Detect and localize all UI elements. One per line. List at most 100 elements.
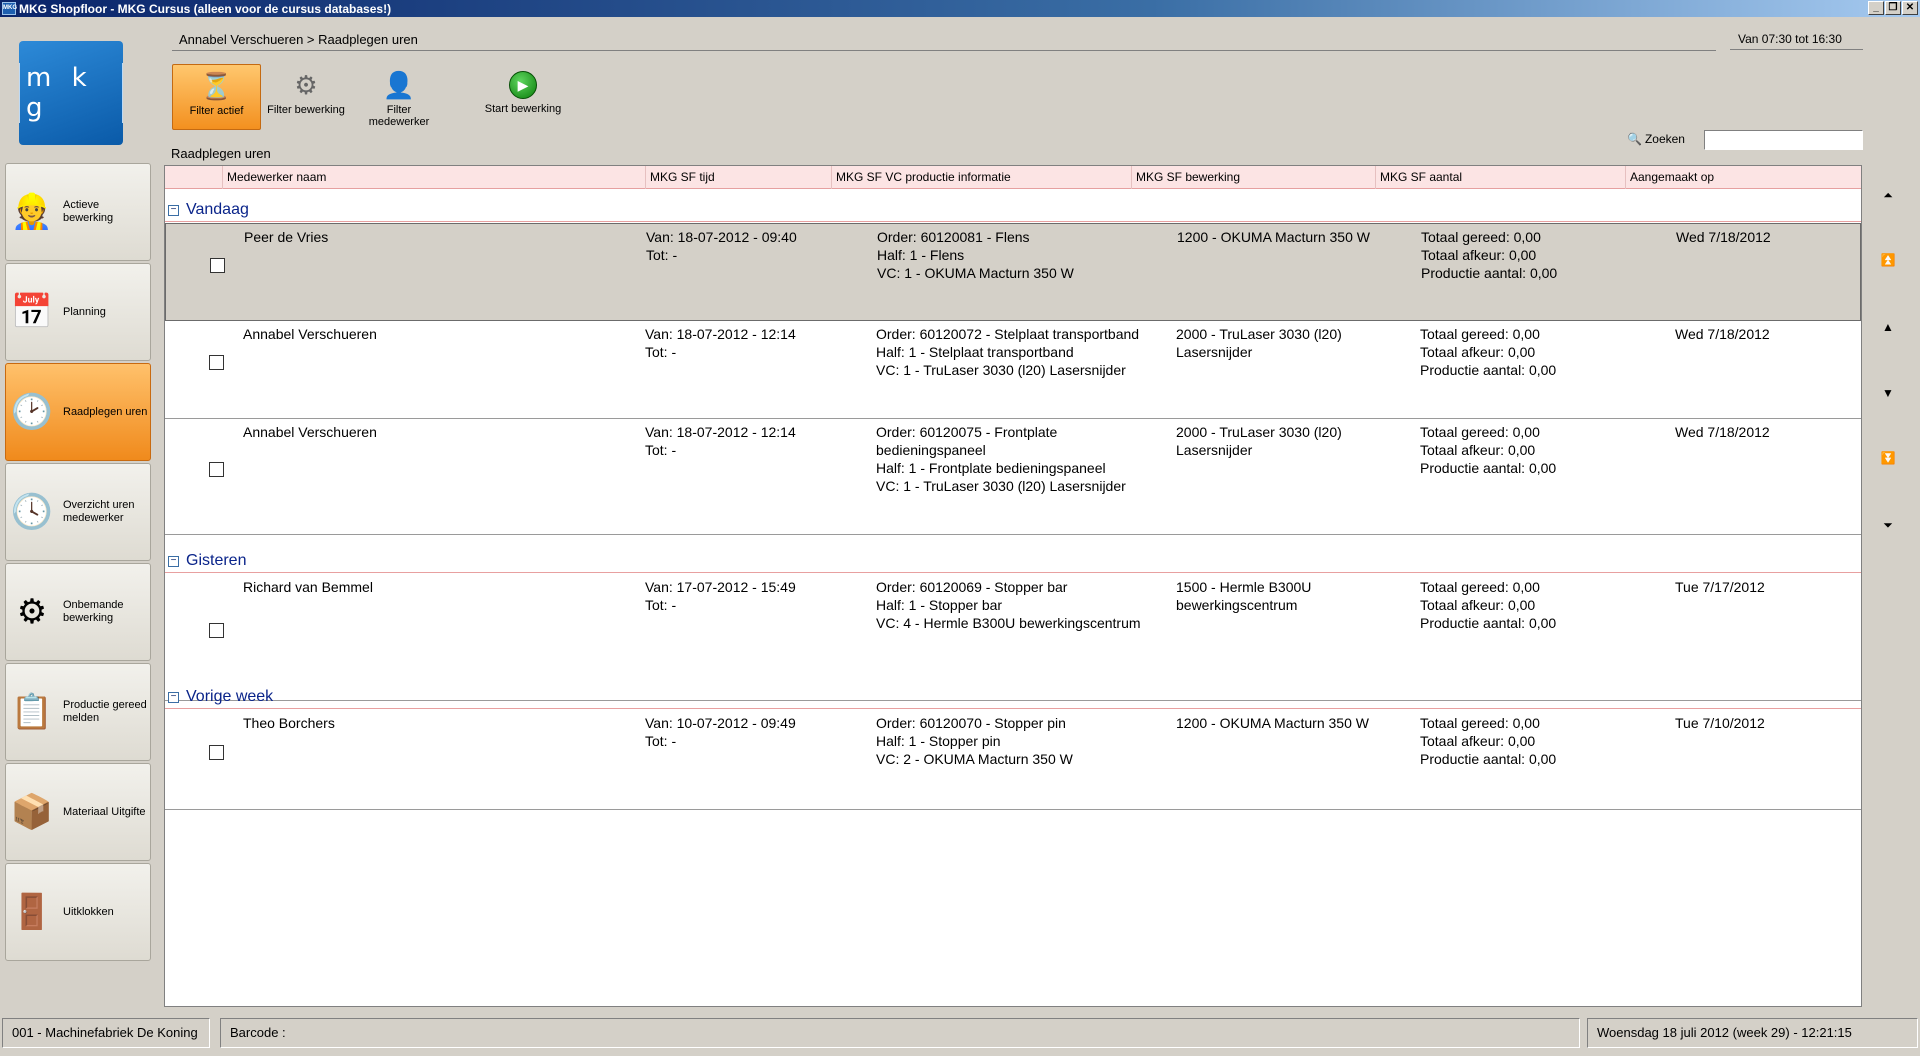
start-operation-button[interactable]: ▶ Start bewerking [481,64,565,130]
created-date: Tue 7/10/2012 [1675,715,1765,731]
time-cell: Van: 17-07-2012 - 15:49 Tot: - [645,579,796,613]
scroll-page-up-icon[interactable]: ⏫ [1880,254,1896,266]
mkg-logo: m k g [19,41,123,145]
collapse-icon[interactable]: − [168,205,179,216]
company-status: 001 - Machinefabriek De Koning [2,1018,210,1048]
sidebar-item-1[interactable]: 📅 Planning [5,263,151,361]
table-row[interactable]: Theo Borchers Van: 10-07-2012 - 09:49 Tot… [165,710,1861,810]
group-header[interactable]: − Vandaag [165,198,1861,222]
sidebar-item-3[interactable]: 🕓 Overzicht uren medewerker [5,463,151,561]
row-checkbox[interactable] [210,258,225,273]
scroll-down-icon[interactable]: ▼ [1880,387,1896,399]
minimize-icon[interactable]: _ [1868,1,1884,15]
employee-name: Annabel Verschueren [243,424,377,440]
column-header[interactable]: Aangemaakt op [1625,166,1861,189]
material-issue-icon: 📦 [10,793,54,831]
column-header[interactable]: Medewerker naam [222,166,645,189]
scroll-up-icon[interactable]: ▲ [1880,321,1896,333]
funnel-user-icon: 👤 [382,70,416,100]
sidebar-item-label: Planning [63,305,106,318]
scroll-bottom-icon[interactable]: ⏷ [1880,519,1896,531]
shift-hours: Van 07:30 tot 16:30 [1730,32,1863,50]
quantity-cell: Totaal gereed: 0,00 Totaal afkeur: 0,00 … [1421,229,1558,281]
column-header[interactable]: MKG SF VC productie informatie [831,166,1131,189]
restore-icon[interactable]: ❐ [1885,1,1901,15]
sidebar-item-label: Raadplegen uren [63,405,148,418]
column-header[interactable]: MKG SF tijd [645,166,831,189]
sidebar-nav: 👷 Actieve bewerking 📅 Planning 🕑 Raadplegen u… [5,163,151,963]
group-label: Vorige week [186,688,274,705]
sidebar-item-6[interactable]: 📦 Materiaal Uitgifte [5,763,151,861]
production-report-icon: 📋 [10,693,54,731]
scroll-page-down-icon[interactable]: ⏬ [1880,452,1896,464]
employee-name: Richard van Bemmel [243,579,373,595]
row-checkbox[interactable] [209,462,224,477]
sidebar-item-label: Materiaal Uitgifte [63,805,146,818]
app-icon: MKG [2,2,17,15]
created-date: Wed 7/18/2012 [1675,326,1770,342]
operation-cell: 1500 - Hermle B300U bewerkingscentrum [1176,579,1312,613]
sidebar-item-label: Uitklokken [63,905,114,918]
statusbar: 001 - Machinefabriek De Koning Barcode :… [0,1016,1920,1052]
window-title: MKG Shopfloor - MKG Cursus (alleen voor … [19,1,392,16]
created-date: Wed 7/18/2012 [1675,424,1770,440]
group-label: Gisteren [186,552,247,569]
group-header[interactable]: − Vorige week [165,685,1861,709]
quantity-cell: Totaal gereed: 0,00 Totaal afkeur: 0,00 … [1420,579,1557,631]
search-input[interactable] [1704,130,1863,150]
operation-cell: 1200 - OKUMA Macturn 350 W [1176,715,1369,731]
unmanned-machine-icon: ⚙ [16,593,48,631]
operation-cell: 2000 - TruLaser 3030 (l20) Lasersnijder [1176,424,1342,458]
filter-employee-button[interactable]: 👤 Filter medewerker [355,64,443,130]
grid-header: Medewerker naam MKG SF tijd MKG SF VC prod… [165,166,1861,189]
breadcrumb-divider [172,50,1716,51]
employee-name: Peer de Vries [244,229,329,245]
table-row[interactable]: Annabel Verschueren Van: 18-07-2012 - 12:… [165,419,1861,535]
production-info: Order: 60120069 - Stopper bar Half: 1 - … [876,579,1141,631]
worker-machine-icon: 👷 [10,193,54,231]
row-checkbox[interactable] [209,623,224,638]
funnel-hourglass-icon: ⏳ [200,71,233,101]
close-icon[interactable]: ✕ [1902,1,1918,15]
time-cell: Van: 18-07-2012 - 09:40 Tot: - [646,229,797,263]
sidebar-item-5[interactable]: 📋 Productie gereed melden [5,663,151,761]
sidebar-item-4[interactable]: ⚙ Onbemande bewerking [5,563,151,661]
sidebar-item-label: Actieve bewerking [63,199,114,224]
filter-operation-button[interactable]: ⚙ Filter bewerking [266,64,346,130]
group-label: Vandaag [186,201,249,218]
table-row[interactable]: Peer de Vries Van: 18-07-2012 - 09:40 Tot… [165,223,1861,321]
time-cell: Van: 18-07-2012 - 12:14 Tot: - [645,326,796,360]
quantity-cell: Totaal gereed: 0,00 Totaal afkeur: 0,00 … [1420,715,1557,767]
row-checkbox[interactable] [209,745,224,760]
sidebar-item-2[interactable]: 🕑 Raadplegen uren [5,363,151,461]
production-info: Order: 60120072 - Stelplaat transportban… [876,326,1140,378]
production-info: Order: 60120070 - Stopper pin Half: 1 - … [876,715,1073,767]
table-row[interactable]: Annabel Verschueren Van: 18-07-2012 - 12:… [165,321,1861,419]
group-header[interactable]: − Gisteren [165,549,1861,573]
sidebar-item-7[interactable]: 🚪 Uitklokken [5,863,151,961]
row-checkbox[interactable] [209,355,224,370]
clock-out-door-icon: 🚪 [10,893,54,931]
grid-title: Raadplegen uren [171,146,271,161]
datetime-status: Woensdag 18 juli 2012 (week 29) - 12:21:… [1587,1018,1918,1048]
time-cell: Van: 10-07-2012 - 09:49 Tot: - [645,715,796,749]
column-header[interactable]: MKG SF bewerking [1131,166,1375,189]
sidebar-item-label: Onbemande bewerking [63,599,124,624]
operation-cell: 2000 - TruLaser 3030 (l20) Lasersnijder [1176,326,1342,360]
filter-active-button[interactable]: ⏳ Filter actief [172,64,261,130]
collapse-icon[interactable]: − [168,556,179,567]
header-select-column [165,166,222,189]
hours-grid: Medewerker naam MKG SF tijd MKG SF VC prod… [164,165,1862,1007]
sidebar-item-0[interactable]: 👷 Actieve bewerking [5,163,151,261]
production-info: Order: 60120075 - Frontplate bedieningsp… [876,424,1126,494]
barcode-field[interactable]: Barcode : [220,1018,1580,1048]
window-titlebar: MKG MKG Shopfloor - MKG Cursus (alleen v… [0,0,1920,17]
scroll-top-icon[interactable]: ⏶ [1880,189,1896,201]
quantity-cell: Totaal gereed: 0,00 Totaal afkeur: 0,00 … [1420,424,1557,476]
employee-name: Theo Borchers [243,715,335,731]
table-row[interactable]: Richard van Bemmel Van: 17-07-2012 - 15:4… [165,574,1861,701]
collapse-icon[interactable]: − [168,692,179,703]
search-label: 🔍 Zoeken [1627,132,1685,146]
column-header[interactable]: MKG SF aantal [1375,166,1625,189]
funnel-machine-icon: ⚙ [294,70,318,100]
